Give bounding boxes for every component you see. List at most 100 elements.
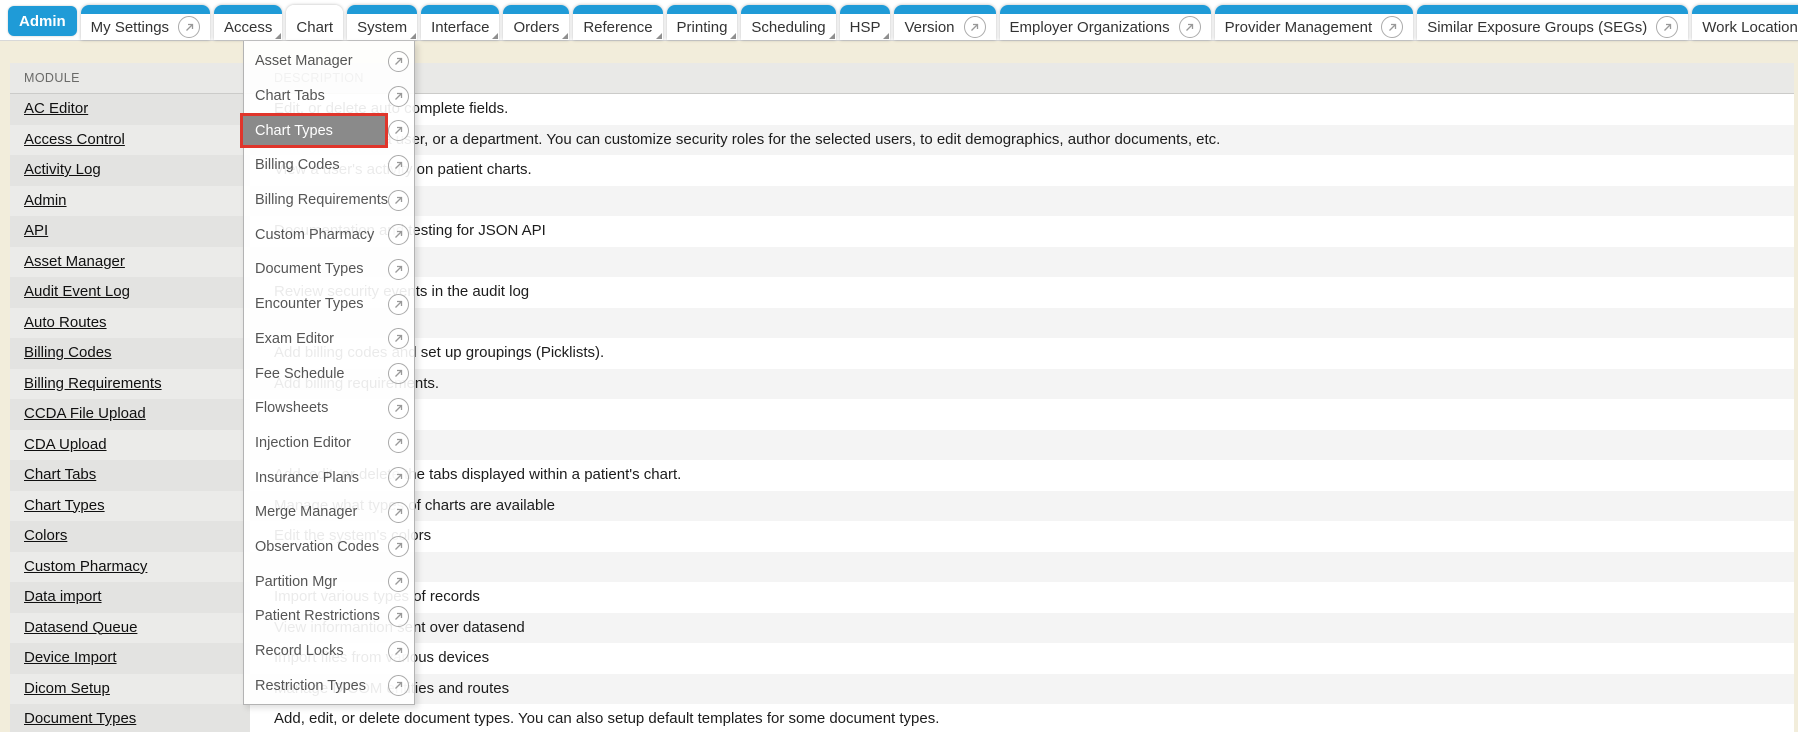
menu-item-custom-pharmacy[interactable]: Custom Pharmacy (244, 217, 414, 252)
tab-orders[interactable]: Orders (503, 5, 569, 40)
module-link-dicom-setup[interactable]: Dicom Setup (24, 680, 110, 697)
external-link-icon[interactable] (388, 467, 409, 488)
module-link-asset-manager[interactable]: Asset Manager (24, 253, 125, 270)
menu-item-document-types[interactable]: Document Types (244, 252, 414, 287)
menu-item-fee-schedule[interactable]: Fee Schedule (244, 356, 414, 391)
module-cell: AC Editor (10, 94, 250, 125)
module-cell: Colors (10, 521, 250, 552)
menu-item-flowsheets[interactable]: Flowsheets (244, 391, 414, 426)
menu-item-chart-types[interactable]: Chart Types (244, 113, 414, 148)
module-link-billing-requirements[interactable]: Billing Requirements (24, 375, 162, 392)
module-link-document-types[interactable]: Document Types (24, 710, 136, 727)
tab-label: Reference (583, 19, 652, 36)
module-link-activity-log[interactable]: Activity Log (24, 161, 101, 178)
module-cell: Document Types (10, 704, 250, 732)
module-description (250, 430, 1794, 461)
external-link-icon[interactable] (388, 363, 409, 384)
tab-reference[interactable]: Reference (573, 5, 662, 40)
module-link-device-import[interactable]: Device Import (24, 649, 117, 666)
module-link-auto-routes[interactable]: Auto Routes (24, 314, 107, 331)
tab-scheduling[interactable]: Scheduling (741, 5, 835, 40)
menu-item-chart-tabs[interactable]: Chart Tabs (244, 79, 414, 114)
tab-label: My Settings (91, 19, 169, 36)
menu-item-merge-manager[interactable]: Merge Manager (244, 495, 414, 530)
module-link-audit-event-log[interactable]: Audit Event Log (24, 283, 130, 300)
module-cell: Asset Manager (10, 247, 250, 278)
module-link-chart-tabs[interactable]: Chart Tabs (24, 466, 96, 483)
module-link-colors[interactable]: Colors (24, 527, 67, 544)
tab-system[interactable]: System (347, 5, 417, 40)
tab-hsp[interactable]: HSP (840, 5, 891, 40)
module-link-chart-types[interactable]: Chart Types (24, 497, 105, 514)
tab-access[interactable]: Access (214, 5, 282, 40)
menu-item-billing-codes[interactable]: Billing Codes (244, 148, 414, 183)
menu-item-record-locks[interactable]: Record Locks (244, 634, 414, 669)
external-link-icon[interactable] (388, 502, 409, 523)
module-link-admin[interactable]: Admin (24, 192, 67, 209)
tab-admin[interactable]: Admin (8, 6, 77, 36)
external-link-icon[interactable] (388, 536, 409, 557)
module-link-datasend-queue[interactable]: Datasend Queue (24, 619, 137, 636)
menu-item-partition-mgr[interactable]: Partition Mgr (244, 564, 414, 599)
tab-provider-management[interactable]: Provider Management (1215, 5, 1414, 40)
menu-item-label: Encounter Types (244, 287, 388, 322)
module-link-cda-upload[interactable]: CDA Upload (24, 436, 107, 453)
module-cell: Audit Event Log (10, 277, 250, 308)
tab-label: Admin (19, 13, 66, 30)
external-link-icon[interactable] (388, 328, 409, 349)
tab-printing[interactable]: Printing (667, 5, 738, 40)
tab-similar-exposure-groups-segs[interactable]: Similar Exposure Groups (SEGs) (1417, 5, 1688, 40)
tab-work-locations[interactable]: Work Locations (1692, 5, 1798, 40)
external-link-icon[interactable] (388, 571, 409, 592)
module-link-access-control[interactable]: Access Control (24, 131, 125, 148)
tab-version[interactable]: Version (894, 5, 995, 40)
module-link-ac-editor[interactable]: AC Editor (24, 100, 88, 117)
menu-item-injection-editor[interactable]: Injection Editor (244, 426, 414, 461)
tab-label: Employer Organizations (1010, 19, 1170, 36)
external-link-icon[interactable] (388, 398, 409, 419)
external-link-icon[interactable] (388, 224, 409, 245)
external-link-icon[interactable] (388, 86, 409, 107)
menu-item-restriction-types[interactable]: Restriction Types (244, 668, 414, 703)
module-link-data-import[interactable]: Data import (24, 588, 102, 605)
tab-label: Similar Exposure Groups (SEGs) (1427, 19, 1647, 36)
module-cell: Billing Requirements (10, 369, 250, 400)
external-link-icon[interactable] (388, 606, 409, 627)
external-link-icon (178, 16, 200, 38)
module-link-ccda-file-upload[interactable]: CCDA File Upload (24, 405, 146, 422)
module-cell: Data import (10, 582, 250, 613)
menu-item-patient-restrictions[interactable]: Patient Restrictions (244, 599, 414, 634)
tab-label: Interface (431, 19, 489, 36)
external-link-icon[interactable] (388, 51, 409, 72)
tab-chart[interactable]: Chart (286, 5, 343, 40)
menu-item-asset-manager[interactable]: Asset Manager (244, 44, 414, 79)
module-link-billing-codes[interactable]: Billing Codes (24, 344, 112, 361)
external-link-icon[interactable] (388, 641, 409, 662)
module-description: Add, edit, or delete document types. You… (250, 704, 1794, 732)
menu-item-label: Partition Mgr (244, 564, 388, 599)
external-link-icon[interactable] (388, 259, 409, 280)
external-link-icon[interactable] (388, 432, 409, 453)
external-link-icon[interactable] (388, 190, 409, 211)
description-column-header: DESCRIPTION (250, 63, 1794, 93)
module-link-api[interactable]: API (24, 222, 48, 239)
menu-item-encounter-types[interactable]: Encounter Types (244, 287, 414, 322)
menu-item-label: Custom Pharmacy (244, 217, 388, 252)
tab-label: HSP (850, 19, 881, 36)
menu-item-exam-editor[interactable]: Exam Editor (244, 322, 414, 357)
external-link-icon[interactable] (388, 120, 409, 141)
external-link-icon[interactable] (388, 294, 409, 315)
tab-employer-organizations[interactable]: Employer Organizations (1000, 5, 1211, 40)
tab-my-settings[interactable]: My Settings (81, 5, 210, 40)
menu-item-insurance-plans[interactable]: Insurance Plans (244, 460, 414, 495)
menu-item-billing-requirements[interactable]: Billing Requirements (244, 183, 414, 218)
external-link-icon[interactable] (388, 675, 409, 696)
external-link-icon[interactable] (388, 155, 409, 176)
submenu-fold-icon (730, 33, 736, 39)
menu-item-label: Exam Editor (244, 322, 388, 357)
menu-item-observation-codes[interactable]: Observation Codes (244, 530, 414, 565)
module-link-custom-pharmacy[interactable]: Custom Pharmacy (24, 558, 147, 575)
menu-item-label: Merge Manager (244, 495, 388, 530)
module-description (250, 552, 1794, 583)
tab-interface[interactable]: Interface (421, 5, 499, 40)
